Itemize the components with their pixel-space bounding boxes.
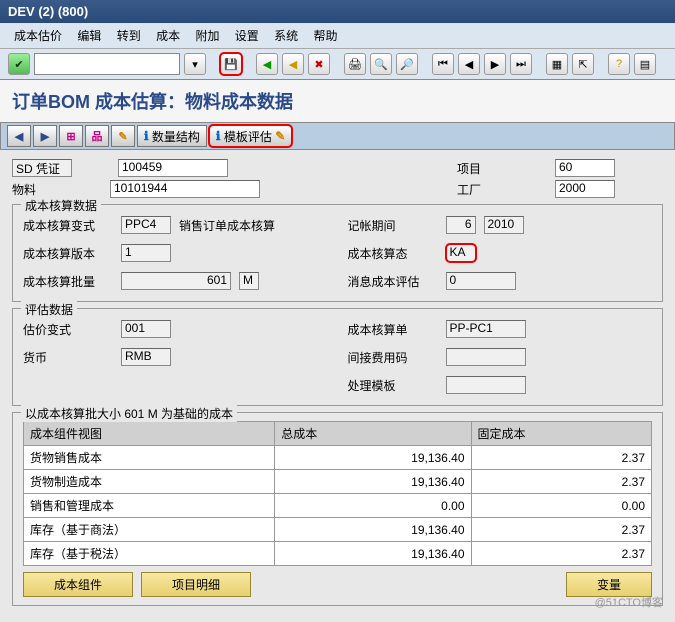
table-row[interactable]: 货物制造成本19,136.402.37 <box>24 470 652 494</box>
col-total: 总成本 <box>275 422 471 446</box>
save-icon[interactable]: 💾 <box>220 53 242 75</box>
back-icon[interactable]: ◀ <box>256 53 278 75</box>
menu-item[interactable]: 编辑 <box>71 23 107 48</box>
page-title: 订单BOM 成本估算：物料成本数据 <box>0 80 675 122</box>
label-item: 项目 <box>457 160 547 177</box>
menu-item[interactable]: 成本估价 <box>8 23 68 48</box>
group-title: 成本核算数据 <box>21 197 101 214</box>
help-icon[interactable]: ? <box>608 53 630 75</box>
system-toolbar: ✔ ▾ 💾 ◀ ◀ ✖ 🖨 🔍 🔎 ⏮ ◀ ▶ ⏭ ▦ ⇱ ? ▤ <box>0 49 675 80</box>
field-overhead <box>446 348 526 366</box>
item-detail-button[interactable]: 项目明细 <box>141 572 251 597</box>
cost-components-button[interactable]: 成本组件 <box>23 572 133 597</box>
label-overhead: 间接费用码 <box>348 349 438 366</box>
label-currency: 货币 <box>23 349 113 366</box>
next-page-icon[interactable]: ▶ <box>484 53 506 75</box>
menu-item[interactable]: 转到 <box>111 23 147 48</box>
field-cost-sheet: PP-PC1 <box>446 320 526 338</box>
prev-page-icon[interactable]: ◀ <box>458 53 480 75</box>
label-version: 成本核算版本 <box>23 245 113 262</box>
command-input[interactable] <box>34 53 180 75</box>
label-template: 处理模板 <box>348 377 438 394</box>
table-row[interactable]: 库存（基于税法）19,136.402.37 <box>24 542 652 566</box>
col-view: 成本组件视图 <box>24 422 275 446</box>
shortcut-icon[interactable]: ⇱ <box>572 53 594 75</box>
field-currency: RMB <box>121 348 171 366</box>
table-row[interactable]: 库存（基于商法）19,136.402.37 <box>24 518 652 542</box>
label-cost-sheet: 成本核算单 <box>348 321 438 338</box>
find-icon[interactable]: 🔍 <box>370 53 392 75</box>
field-template <box>446 376 526 394</box>
structure-icon[interactable]: 品 <box>85 125 109 147</box>
nav-prev-icon[interactable]: ◀ <box>7 125 31 147</box>
template-eval-button[interactable]: ℹ 模板评估 ✎ <box>209 125 292 147</box>
field-material[interactable]: 10101944 <box>110 180 260 198</box>
text-variant-desc: 销售订单成本核算 <box>179 217 275 234</box>
hierarchy-icon[interactable]: ⊞ <box>59 125 83 147</box>
field-status: KA <box>446 244 476 262</box>
field-period-year: 2010 <box>484 216 524 234</box>
app-toolbar: ◀ ▶ ⊞ 品 ✎ ℹ 数量结构 ℹ 模板评估 ✎ <box>0 122 675 150</box>
label-period: 记帐期间 <box>348 217 438 234</box>
table-header-row: 成本组件视图 总成本 固定成本 <box>24 422 652 446</box>
label-material: 物料 <box>12 181 102 198</box>
group-valuation-data: 评估数据 估价变式 001 成本核算单 PP-PC1 货币 RMB 间接费用码 … <box>12 308 663 406</box>
dropdown-icon[interactable]: ▾ <box>184 53 206 75</box>
last-page-icon[interactable]: ⏭ <box>510 53 532 75</box>
menu-item[interactable]: 系统 <box>268 23 304 48</box>
cost-table: 成本组件视图 总成本 固定成本 货物销售成本19,136.402.37 货物制造… <box>23 421 652 566</box>
watermark: @51CTO博客 <box>595 594 663 610</box>
label-val-variant: 估价变式 <box>23 321 113 338</box>
group-title: 以成本核算批大小 601 M 为基础的成本 <box>21 405 237 422</box>
table-row[interactable]: 货物销售成本19,136.402.37 <box>24 446 652 470</box>
menu-bar: 成本估价 编辑 转到 成本 附加 设置 系统 帮助 <box>0 23 675 49</box>
nav-next-icon[interactable]: ▶ <box>33 125 57 147</box>
edit-icon[interactable]: ✎ <box>111 125 135 147</box>
field-msg: 0 <box>446 272 516 290</box>
label-variant: 成本核算变式 <box>23 217 113 234</box>
table-row[interactable]: 销售和管理成本0.000.00 <box>24 494 652 518</box>
first-page-icon[interactable]: ⏮ <box>432 53 454 75</box>
field-lotsize: 601 <box>121 272 231 290</box>
cancel-icon[interactable]: ✖ <box>308 53 330 75</box>
field-lotsize-unit: M <box>239 272 259 290</box>
field-period-month: 6 <box>446 216 476 234</box>
field-item[interactable]: 60 <box>555 159 615 177</box>
label-sd-doc: SD 凭证 <box>12 159 72 177</box>
field-plant[interactable]: 2000 <box>555 180 615 198</box>
field-version: 1 <box>121 244 171 262</box>
col-fixed: 固定成本 <box>471 422 651 446</box>
enter-icon[interactable]: ✔ <box>8 53 30 75</box>
group-cost-basis: 以成本核算批大小 601 M 为基础的成本 成本组件视图 总成本 固定成本 货物… <box>12 412 663 606</box>
find-next-icon[interactable]: 🔎 <box>396 53 418 75</box>
group-title: 评估数据 <box>21 301 77 318</box>
label-lotsize: 成本核算批量 <box>23 273 113 290</box>
qty-structure-button[interactable]: ℹ 数量结构 <box>137 125 207 147</box>
menu-item[interactable]: 设置 <box>229 23 265 48</box>
menu-item[interactable]: 帮助 <box>308 23 344 48</box>
menu-item[interactable]: 附加 <box>189 23 225 48</box>
label-plant: 工厂 <box>457 181 547 198</box>
field-val-variant: 001 <box>121 320 171 338</box>
layout-icon[interactable]: ▤ <box>634 53 656 75</box>
menu-item[interactable]: 成本 <box>150 23 186 48</box>
label-status: 成本核算态 <box>348 245 438 262</box>
session-icon[interactable]: ▦ <box>546 53 568 75</box>
field-variant: PPC4 <box>121 216 171 234</box>
print-icon[interactable]: 🖨 <box>344 53 366 75</box>
label-msg: 消息成本评估 <box>348 273 438 290</box>
exit-icon[interactable]: ◀ <box>282 53 304 75</box>
window-title: DEV (2) (800) <box>8 4 88 19</box>
group-costing-data: 成本核算数据 成本核算变式 PPC4 销售订单成本核算 记帐期间 6 2010 … <box>12 204 663 302</box>
window-titlebar: DEV (2) (800) <box>0 0 675 23</box>
field-sd-doc[interactable]: 100459 <box>118 159 228 177</box>
